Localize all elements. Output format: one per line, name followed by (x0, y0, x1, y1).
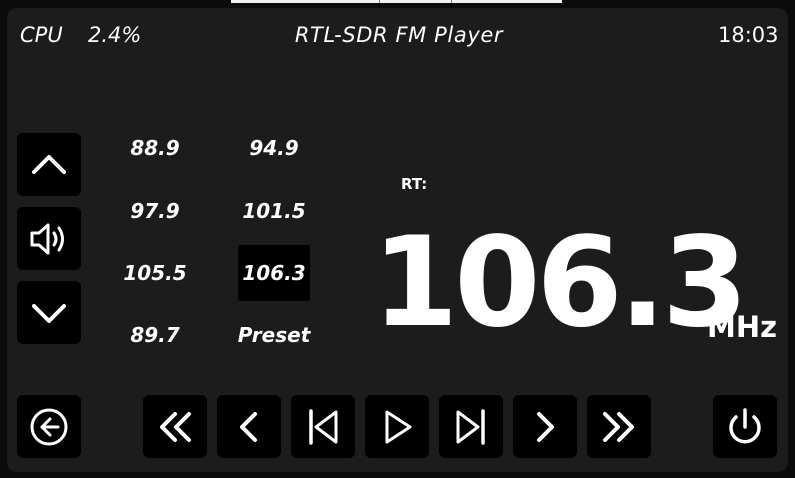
play-button[interactable] (365, 395, 429, 458)
rewind-fast-icon (160, 411, 191, 442)
preset-button[interactable]: 105.5 (119, 245, 191, 301)
tune-down-button[interactable] (17, 281, 81, 344)
frequency-display: 106.3 (372, 211, 748, 355)
cpu-label: CPU (20, 23, 63, 47)
tune-up-button[interactable] (17, 133, 81, 196)
preset-button[interactable]: 88.9 (119, 120, 191, 176)
skip-next-icon (456, 408, 485, 445)
app-title: RTL-SDR FM Player (294, 23, 504, 47)
chevron-down-icon (32, 303, 66, 323)
back-arrow-icon (30, 408, 68, 445)
step-forward-icon (537, 411, 554, 442)
step-back-icon (240, 411, 257, 442)
previous-station-button[interactable] (291, 395, 355, 458)
fast-forward-icon (603, 411, 634, 442)
step-forward-button[interactable] (513, 395, 577, 458)
cpu-usage-value: 2.4% (88, 23, 142, 47)
volume-button[interactable] (17, 207, 81, 270)
seek-forward-fast-button[interactable] (587, 395, 651, 458)
preset-add-button[interactable]: Preset (238, 307, 311, 363)
chevron-up-icon (32, 154, 66, 174)
volume-icon (30, 223, 64, 254)
seek-back-fast-button[interactable] (143, 395, 207, 458)
radio-text-label: RT: (401, 175, 428, 193)
power-button[interactable] (713, 395, 777, 458)
back-button[interactable] (17, 395, 81, 458)
clock: 18:03 (718, 23, 779, 47)
play-icon (385, 410, 412, 443)
preset-button[interactable]: 89.7 (119, 307, 191, 363)
preset-button[interactable]: 97.9 (119, 183, 191, 239)
preset-button[interactable]: 94.9 (238, 120, 310, 176)
top-indicator-strip (231, 0, 562, 3)
next-station-button[interactable] (439, 395, 503, 458)
frequency-unit: MHz (707, 310, 778, 344)
skip-previous-icon (309, 408, 338, 445)
step-back-button[interactable] (217, 395, 281, 458)
preset-button[interactable]: 101.5 (238, 183, 310, 239)
power-icon (729, 407, 761, 443)
preset-button-selected[interactable]: 106.3 (238, 245, 310, 301)
